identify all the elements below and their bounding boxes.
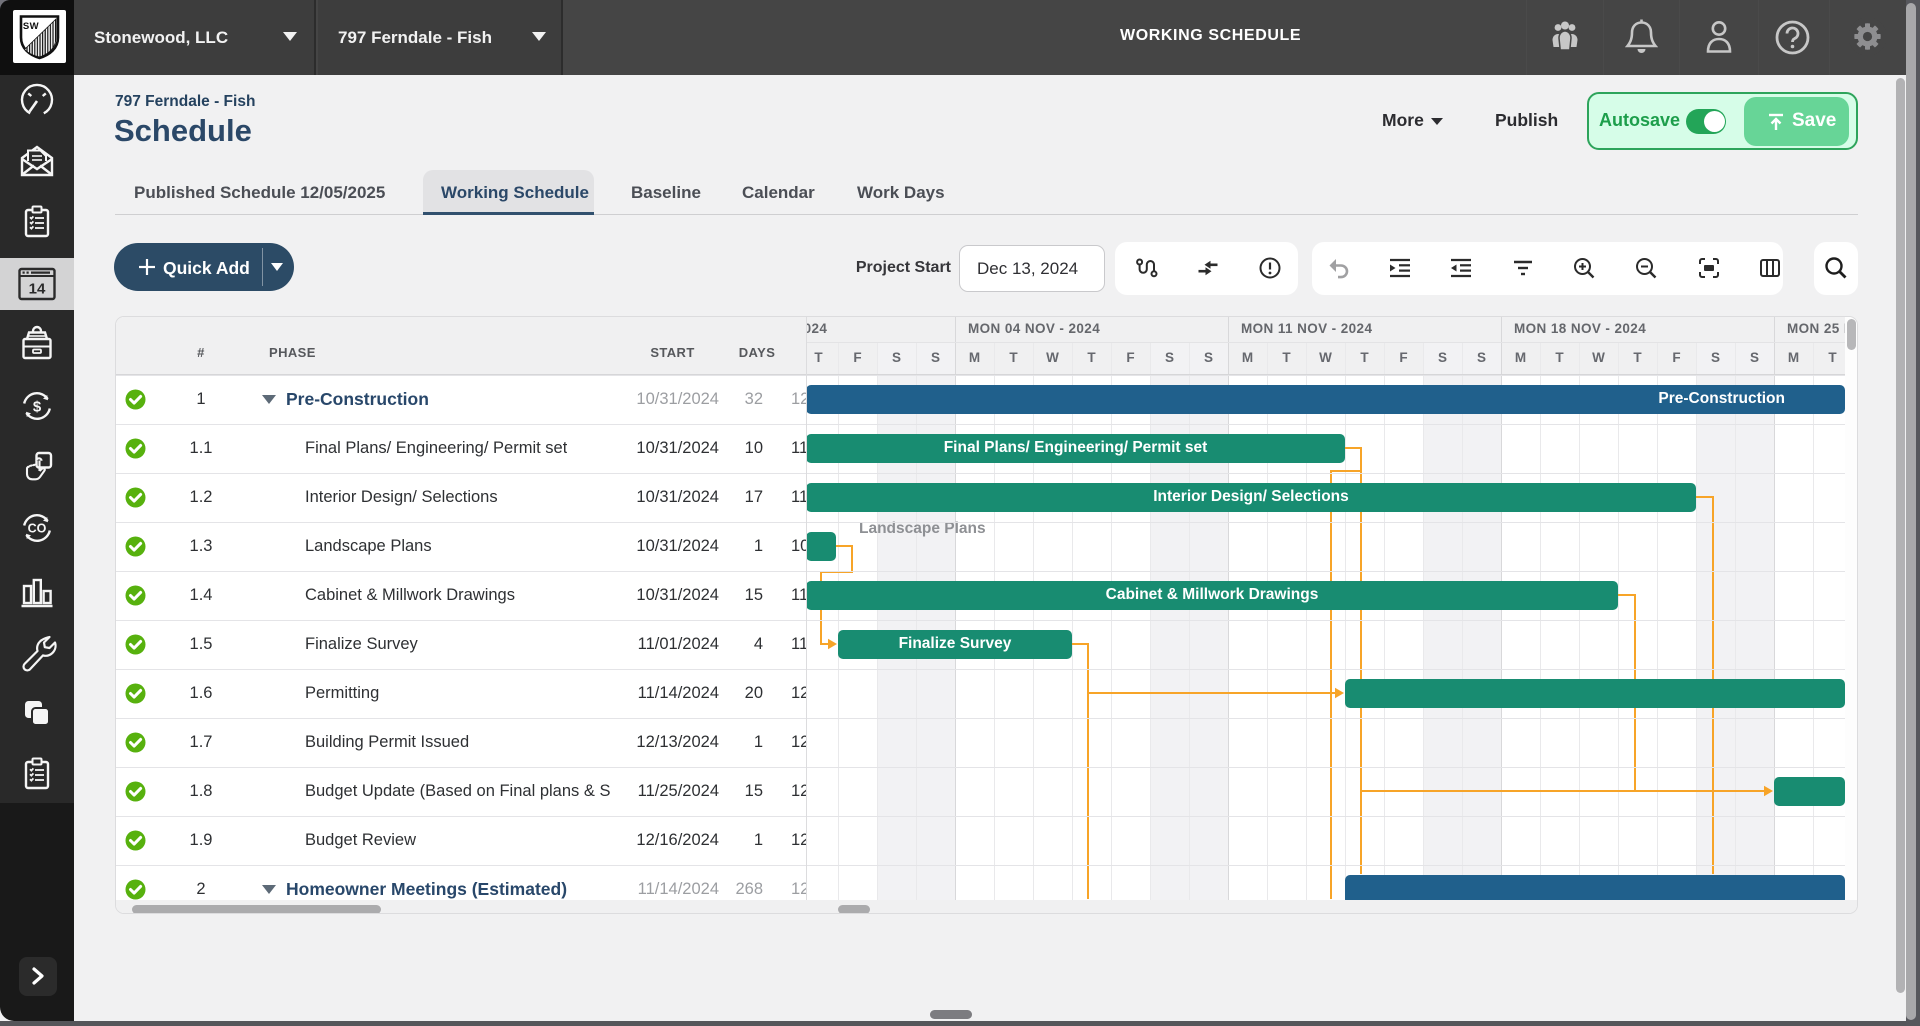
svg-text:14: 14 — [29, 281, 46, 298]
svg-text:SW: SW — [23, 21, 39, 32]
svg-text:CO: CO — [28, 522, 47, 536]
svg-text:$: $ — [33, 399, 42, 416]
